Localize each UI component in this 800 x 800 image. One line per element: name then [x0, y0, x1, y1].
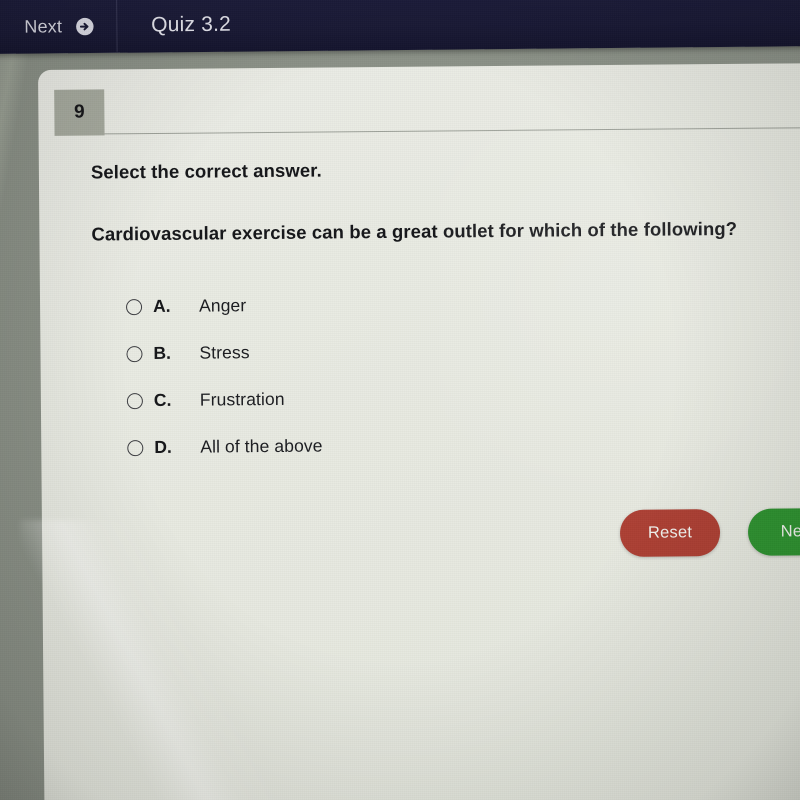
arrow-circle-right-icon [75, 17, 94, 36]
question-divider [104, 127, 800, 135]
radio-button-c[interactable] [126, 392, 143, 409]
question-card: 9 Select the correct answer. Cardiovascu… [38, 63, 800, 800]
option-letter-a: A. [152, 295, 171, 317]
action-button-group: Reset Next [619, 507, 800, 557]
radio-button-a[interactable] [125, 298, 143, 315]
answer-option-b[interactable]: B. Stress [126, 325, 726, 377]
option-label-a: Anger [198, 295, 247, 316]
quiz-title: Quiz 3.2 [151, 12, 232, 37]
app-header-content: Next Quiz 3.2 [0, 0, 800, 54]
option-label-b: Stress [199, 342, 250, 363]
header-next-label: Next [24, 15, 63, 37]
option-letter-b: B. [153, 342, 172, 364]
header-next-button[interactable]: Next [0, 0, 116, 54]
app-header-bar: Next Quiz 3.2 [0, 0, 800, 54]
radio-button-b[interactable] [126, 345, 143, 362]
answer-options-list: A. Anger B. Stress C. Frustration D. All [125, 278, 728, 471]
answer-option-a[interactable]: A. Anger [125, 278, 726, 330]
option-label-c: Frustration [199, 388, 285, 410]
answer-option-d[interactable]: D. All of the above [127, 419, 727, 471]
next-button[interactable]: Next [747, 507, 800, 556]
option-letter-c: C. [153, 389, 172, 411]
question-number-tab: 9 [54, 89, 105, 136]
instruction-text: Select the correct answer. [90, 159, 322, 183]
screenshot-root: Next Quiz 3.2 9 Select the correct answe… [0, 0, 800, 800]
option-letter-d: D. [154, 436, 172, 457]
radio-button-d[interactable] [127, 439, 144, 456]
question-number: 9 [73, 101, 85, 123]
question-text: Cardiovascular exercise can be a great o… [91, 217, 738, 245]
answer-option-c[interactable]: C. Frustration [126, 372, 727, 424]
option-label-d: All of the above [200, 435, 323, 457]
question-card-inner: 9 Select the correct answer. Cardiovascu… [38, 63, 800, 800]
reset-button[interactable]: Reset [619, 509, 721, 557]
